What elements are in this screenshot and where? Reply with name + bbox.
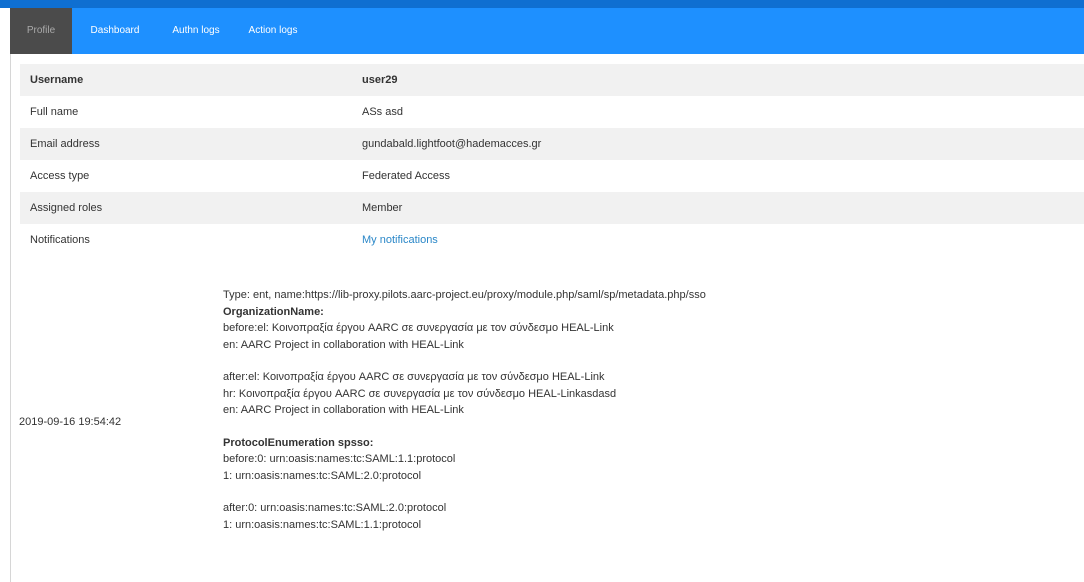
tab-dashboard[interactable]: Dashboard bbox=[82, 8, 148, 54]
org-after-line: en: AARC Project in collaboration with H… bbox=[223, 404, 464, 416]
log-type-line: Type: ent, name:https://lib-proxy.pilots… bbox=[223, 289, 706, 301]
protocol-enum-heading: ProtocolEnumeration spsso: bbox=[223, 436, 374, 449]
access-type-label: Access type bbox=[30, 170, 90, 182]
username-label: Username bbox=[30, 74, 84, 86]
protocol-after-line: after:0: urn:oasis:names:tc:SAML:2.0:pro… bbox=[223, 502, 447, 514]
table-row-email: Email address gundabald.lightfoot@hadema… bbox=[20, 128, 1084, 160]
username-value: user29 bbox=[362, 74, 398, 86]
protocol-before-line: 1: urn:oasis:names:tc:SAML:2.0:protocol bbox=[223, 469, 422, 482]
access-type-value: Federated Access bbox=[362, 170, 451, 182]
table-row-full-name: Full name ASs asd bbox=[20, 96, 1084, 128]
log-entry-date: 2019-09-16 19:54:42 bbox=[19, 416, 122, 428]
my-notifications-link[interactable]: My notifications bbox=[362, 224, 438, 256]
org-after-line: hr: Κοινοπραξία έργου AARC σε συνεργασία… bbox=[223, 387, 617, 400]
profile-table: Username user29 Full name ASs asd Email … bbox=[20, 64, 1084, 256]
org-before-line: en: AARC Project in collaboration with H… bbox=[223, 338, 464, 351]
table-row-roles: Assigned roles Member bbox=[20, 192, 1084, 224]
content-left-border bbox=[10, 54, 11, 582]
full-name-label: Full name bbox=[30, 106, 79, 118]
roles-value: Member bbox=[362, 202, 403, 214]
tab-authn-logs[interactable]: Authn logs bbox=[166, 8, 226, 54]
top-banner-strip bbox=[0, 0, 1084, 8]
roles-label: Assigned roles bbox=[30, 202, 103, 214]
full-name-value: ASs asd bbox=[362, 106, 403, 118]
tab-action-logs[interactable]: Action logs bbox=[242, 8, 304, 54]
email-value: gundabald.lightfoot@hademacces.gr bbox=[362, 138, 542, 150]
tab-profile[interactable]: Profile bbox=[10, 8, 72, 54]
protocol-before-line: before:0: urn:oasis:names:tc:SAML:1.1:pr… bbox=[223, 453, 456, 465]
org-before-line: before:el: Κοινοπραξία έργου AARC σε συν… bbox=[223, 322, 614, 334]
org-name-heading: OrganizationName: bbox=[223, 305, 324, 318]
log-entry-details: Type: ent, name:https://lib-proxy.pilots… bbox=[223, 287, 1063, 533]
top-navbar: Profile Dashboard Authn logs Action logs bbox=[10, 8, 1084, 54]
protocol-after-line: 1: urn:oasis:names:tc:SAML:1.1:protocol bbox=[223, 518, 422, 531]
table-row-access-type: Access type Federated Access bbox=[20, 160, 1084, 192]
notifications-label: Notifications bbox=[30, 234, 90, 246]
email-label: Email address bbox=[30, 138, 100, 150]
table-row-notifications: Notifications My notifications bbox=[20, 224, 1084, 256]
org-after-line: after:el: Κοινοπραξία έργου AARC σε συνε… bbox=[223, 371, 605, 383]
table-row-username: Username user29 bbox=[20, 64, 1084, 96]
